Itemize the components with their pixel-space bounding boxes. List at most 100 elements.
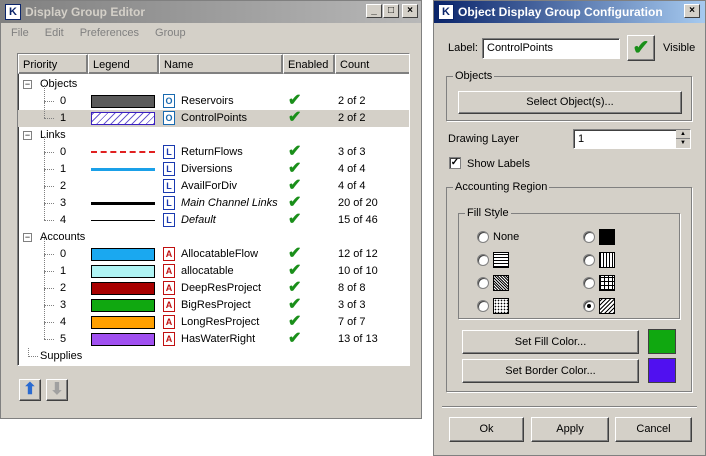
item-name: DeepResProject	[181, 282, 262, 294]
minimize-icon[interactable]: _	[366, 4, 382, 18]
table-row[interactable]: 3 A BigResProject ✔ 3 of 3	[18, 289, 409, 314]
fill-hlines-radio[interactable]	[477, 254, 489, 266]
fill-diagonal-radio[interactable]	[583, 300, 595, 312]
collapse-toggle-icon[interactable]: −	[23, 233, 32, 242]
fill-crosshatch-radio[interactable]	[477, 277, 489, 289]
move-down-button[interactable]: ⬇	[46, 379, 68, 401]
table-row[interactable]: 0 L ReturnFlows ✔ 3 of 3	[18, 136, 409, 161]
name-cell: A DeepResProject	[163, 280, 261, 297]
app-logo-icon: K	[438, 4, 454, 20]
tree-connector	[44, 187, 45, 203]
legend-swatch	[91, 333, 155, 346]
table-row[interactable]: 4 L Default ✔ 15 of 46	[18, 204, 409, 229]
apply-button[interactable]: Apply	[531, 417, 609, 442]
legend-swatch	[91, 265, 155, 278]
enabled-check-icon[interactable]: ✔	[288, 110, 301, 127]
priority-cell: 5	[60, 333, 67, 345]
name-cell: L Default	[163, 212, 216, 229]
table-row[interactable]: 0 O Reservoirs ✔ 2 of 2	[18, 85, 409, 110]
drawing-layer-spinbox[interactable]: 1 ▲ ▼	[573, 129, 691, 149]
column-priority[interactable]: Priority	[18, 54, 88, 74]
menu-group[interactable]: Group	[147, 27, 194, 39]
collapse-toggle-icon[interactable]: −	[23, 80, 32, 89]
tree-connector	[44, 170, 45, 186]
count-cell: 8 of 8	[338, 282, 366, 294]
name-cell: L Main Channel Links	[163, 195, 278, 212]
menu-file[interactable]: File	[3, 27, 37, 39]
maximize-icon[interactable]: □	[383, 4, 399, 18]
fill-color-swatch[interactable]	[648, 329, 676, 354]
tree-connector	[44, 169, 54, 170]
accounting-region-label: Accounting Region	[453, 181, 550, 193]
table-row[interactable]: 4 A LongResProject ✔ 7 of 7	[18, 306, 409, 331]
tree-group-row[interactable]: Supplies	[18, 348, 409, 365]
fill-vlines-radio[interactable]	[583, 254, 595, 266]
cancel-button[interactable]: Cancel	[615, 417, 692, 442]
tree-group-row[interactable]: − Objects	[18, 76, 409, 93]
down-arrow-icon: ⬇	[50, 381, 64, 398]
column-enabled[interactable]: Enabled	[283, 54, 335, 74]
enabled-check-icon[interactable]: ✔	[288, 212, 301, 229]
close-icon[interactable]: ×	[402, 4, 418, 18]
column-name[interactable]: Name	[159, 54, 283, 74]
move-up-button[interactable]: ⬆	[19, 379, 41, 401]
tree-connector	[44, 238, 45, 254]
menu-edit[interactable]: Edit	[37, 27, 72, 39]
show-labels-checkbox[interactable]: ✓	[449, 157, 461, 169]
table-row[interactable]: 1 O ControlPoints ✔ 2 of 2	[18, 102, 409, 127]
table-row[interactable]: 1 L Diversions ✔ 4 of 4	[18, 153, 409, 178]
label-input-value: ControlPoints	[487, 42, 554, 54]
enabled-check-icon[interactable]: ✔	[288, 144, 301, 161]
enabled-check-icon[interactable]: ✔	[288, 314, 301, 331]
config-titlebar[interactable]: K Object Display Group Configuration ×	[434, 1, 705, 23]
close-icon[interactable]: ×	[684, 4, 700, 18]
tree-group-label: Supplies	[40, 350, 83, 362]
app-logo-icon: K	[5, 4, 21, 20]
set-border-color-button[interactable]: Set Border Color...	[462, 359, 639, 383]
spin-down-icon[interactable]: ▼	[676, 139, 690, 148]
column-legend[interactable]: Legend	[88, 54, 159, 74]
fill-dots-radio[interactable]	[477, 300, 489, 312]
tree-group-row[interactable]: − Accounts	[18, 229, 409, 246]
enabled-check-icon[interactable]: ✔	[288, 93, 301, 110]
enabled-check-icon[interactable]: ✔	[288, 280, 301, 297]
tree-group-label: Objects	[40, 78, 78, 90]
enabled-check-icon[interactable]: ✔	[288, 297, 301, 314]
select-objects-button[interactable]: Select Object(s)...	[458, 91, 682, 114]
fill-solid-radio[interactable]	[583, 231, 595, 243]
visible-toggle[interactable]: ✔	[627, 35, 655, 61]
collapse-toggle-icon[interactable]: −	[23, 131, 32, 140]
priority-cell: 1	[60, 163, 67, 175]
table-row[interactable]: 1 Aallocatable ✔ 10 of 10	[18, 255, 409, 280]
table-row[interactable]: 3 L Main Channel Links ✔ 20 of 20	[18, 187, 409, 212]
enabled-check-icon[interactable]: ✔	[288, 178, 301, 195]
priority-cell: 2	[60, 282, 67, 294]
label-input[interactable]: ControlPoints	[482, 38, 620, 59]
fill-grid-radio[interactable]	[583, 277, 595, 289]
table-row[interactable]: 5 A HasWaterRight ✔ 13 of 13	[18, 323, 409, 348]
fill-none-radio[interactable]	[477, 231, 489, 243]
table-row[interactable]: 2 A DeepResProject ✔ 8 of 8	[18, 272, 409, 297]
horizontal-lines-swatch-icon	[493, 252, 509, 268]
table-row[interactable]: 0 A AllocatableFlow ✔ 12 of 12	[18, 238, 409, 263]
enabled-check-icon[interactable]: ✔	[288, 195, 301, 212]
tree-connector	[44, 288, 54, 289]
link-icon: L	[163, 196, 175, 211]
border-color-swatch[interactable]	[648, 358, 676, 383]
editor-titlebar[interactable]: K Display Group Editor _ □ ×	[1, 1, 421, 23]
table-row[interactable]: 2 L AvailForDiv ✔ 4 of 4	[18, 170, 409, 195]
tree-connector	[44, 136, 45, 152]
menu-preferences[interactable]: Preferences	[72, 27, 147, 39]
spin-up-icon[interactable]: ▲	[676, 130, 690, 139]
enabled-check-icon[interactable]: ✔	[288, 246, 301, 263]
legend-line	[91, 151, 155, 153]
enabled-check-icon[interactable]: ✔	[288, 263, 301, 280]
set-fill-color-button[interactable]: Set Fill Color...	[462, 330, 639, 354]
column-count[interactable]: Count	[335, 54, 409, 74]
object-icon: O	[163, 111, 175, 126]
enabled-check-icon[interactable]: ✔	[288, 161, 301, 178]
name-cell: A BigResProject	[163, 297, 251, 314]
tree-group-row[interactable]: − Links	[18, 127, 409, 144]
ok-button[interactable]: Ok	[449, 417, 524, 442]
enabled-check-icon[interactable]: ✔	[288, 331, 301, 348]
